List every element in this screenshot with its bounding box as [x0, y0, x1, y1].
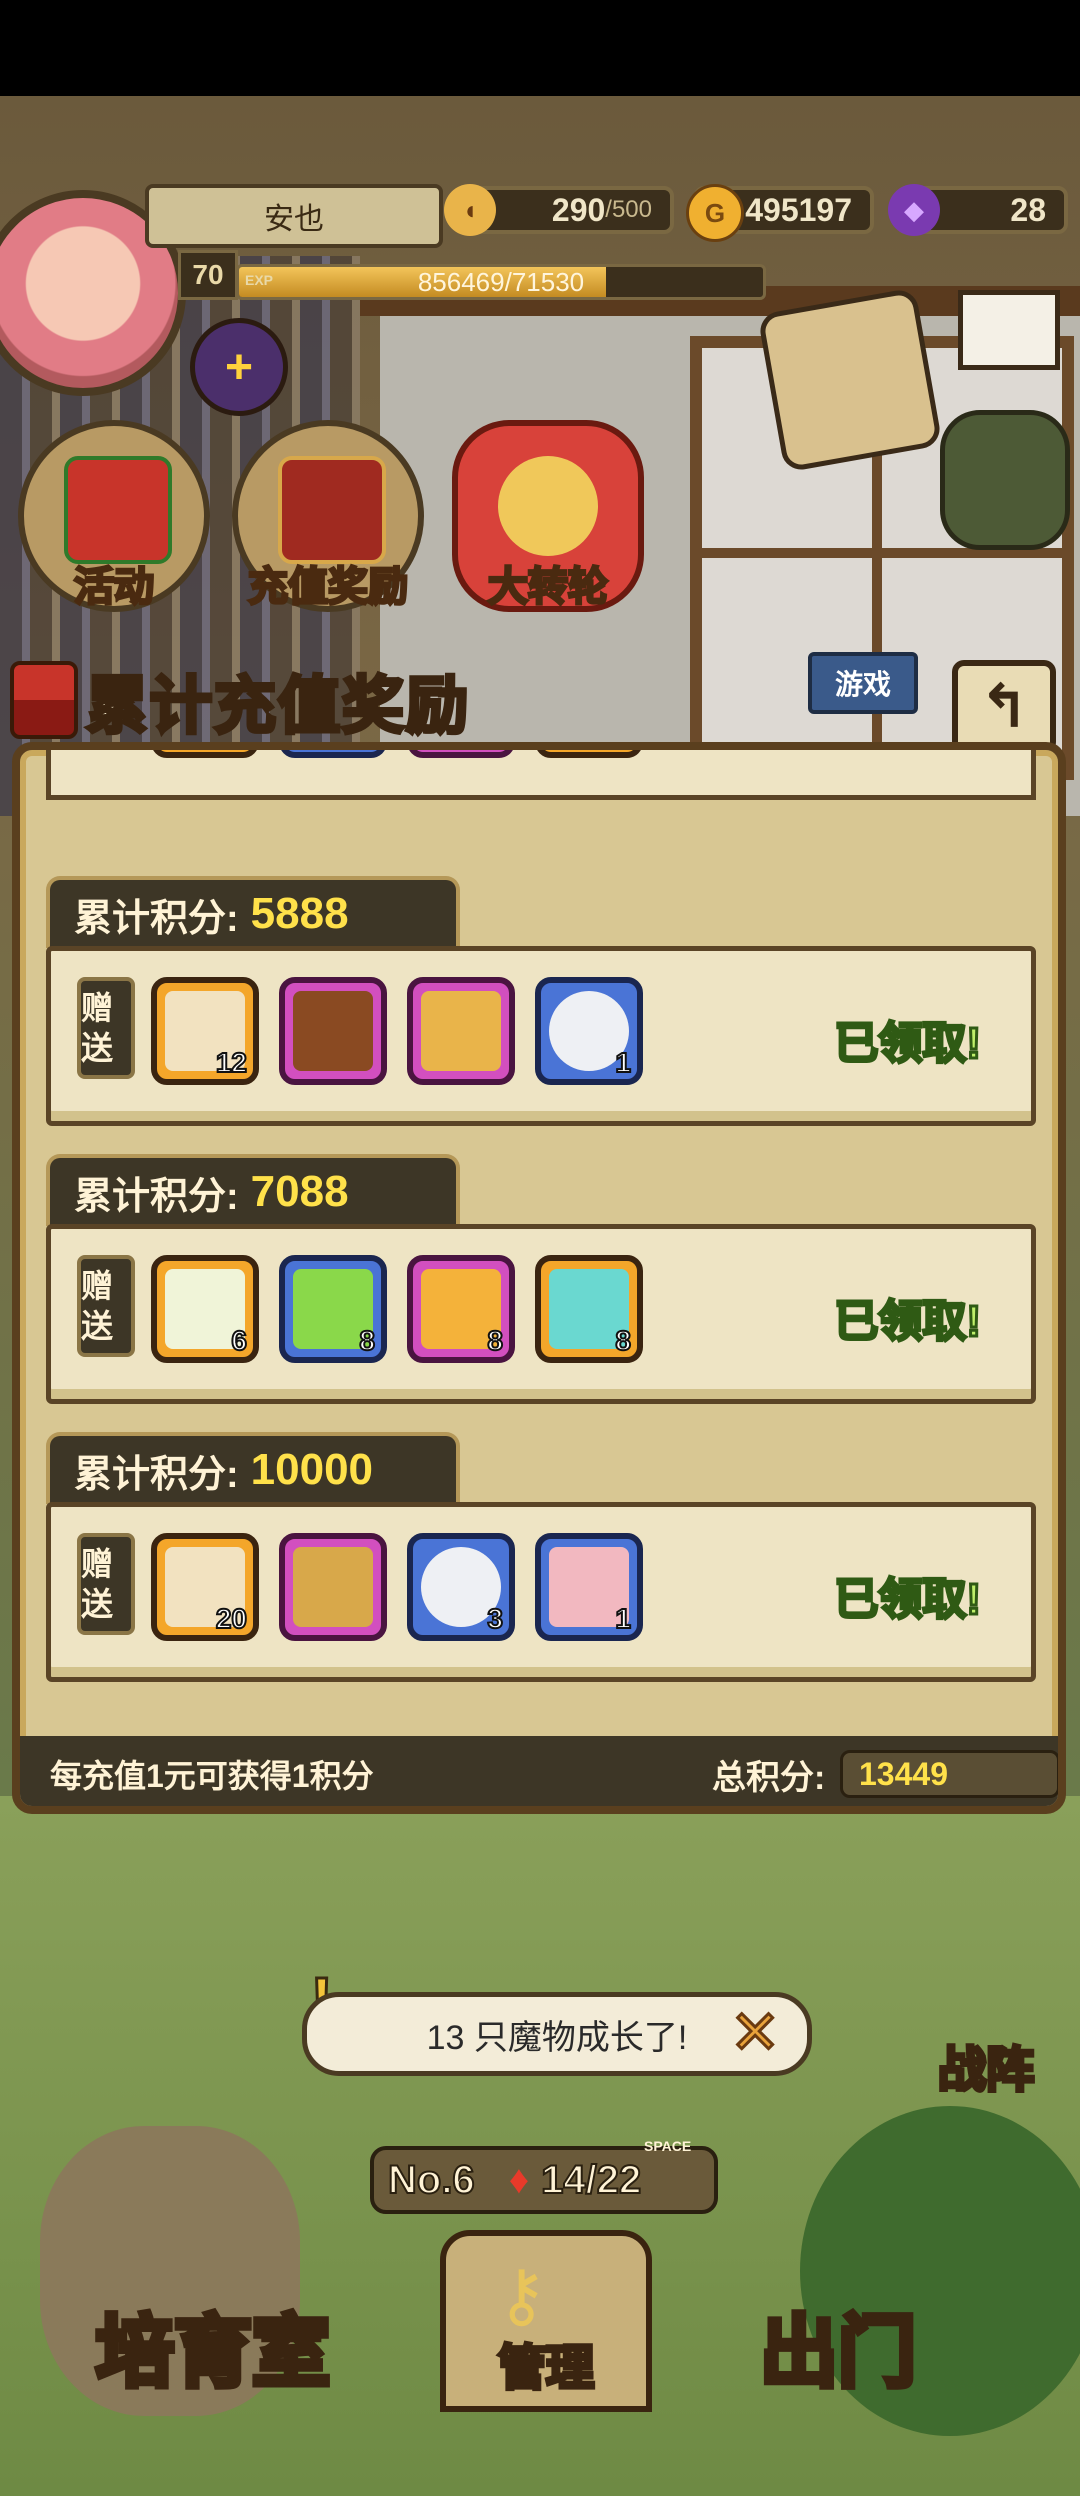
claimed-label: 已领取!	[833, 1296, 983, 1348]
tier-label: 累计积分:	[74, 1453, 239, 1496]
gift-label: 赠送	[81, 1546, 114, 1622]
panel-title: 累计充值奖励	[10, 650, 570, 750]
rainbow-egg-icon[interactable]: 1	[535, 977, 643, 1085]
gold-counter: G 495197	[686, 184, 874, 242]
item-count: 8	[486, 1324, 504, 1357]
treasure-chest-icon	[278, 456, 386, 564]
gift-label: 赠送	[81, 990, 114, 1066]
tier-header: 累计积分: 5888	[46, 876, 460, 948]
character-card-icon[interactable]: 1	[535, 1533, 643, 1641]
partial-tier-row: 4 4 4 4	[46, 750, 1036, 800]
recharge-reward-label: 充值奖励	[247, 564, 410, 611]
reward-item[interactable]: 4	[279, 750, 387, 758]
keys-icon: ⚷	[496, 2256, 548, 2334]
tier-threshold: 7088	[250, 1167, 349, 1216]
orange-canister-icon[interactable]: 8	[407, 1255, 515, 1363]
status-bar	[0, 0, 1080, 96]
nav-manage[interactable]: ⚷ 管理	[440, 2230, 652, 2412]
back-button[interactable]: ↰	[952, 660, 1056, 754]
item-count: 12	[215, 1046, 248, 1079]
flame-icon: ♦	[508, 2157, 530, 2202]
item-count: 3	[486, 1602, 504, 1635]
cyan-canister-icon[interactable]: 8	[535, 1255, 643, 1363]
reward-list[interactable]: 4 4 4 4 累计积分: 5888 赠送 12 1 已领取! 累计积分:	[20, 750, 1058, 1710]
nav-go-out[interactable]: 出门	[757, 2290, 919, 2402]
quest-scroll-icon[interactable]	[757, 287, 943, 473]
tier-body: 赠送 6 8 8 8 已领取!	[46, 1224, 1036, 1404]
bread-icon: ◖	[444, 184, 496, 236]
formation-label: 战阵	[936, 2042, 1036, 2099]
compass-icon	[498, 456, 598, 556]
gift-tag: 赠送	[77, 1533, 135, 1635]
space-tag: SPACE	[644, 2138, 692, 2154]
big-wheel-label: 大转轮	[487, 564, 610, 611]
item-count: 1	[614, 1602, 632, 1635]
treasure-chest-icon	[10, 661, 78, 739]
recharge-reward-button[interactable]: 充值奖励	[232, 420, 424, 612]
fur-cape-icon[interactable]	[279, 1533, 387, 1641]
gift-tag: 赠送	[77, 977, 135, 1079]
capacity-value: 14/22	[540, 2157, 642, 2203]
item-count: 8	[358, 1324, 376, 1357]
formation-button[interactable]: 战阵	[906, 1930, 1066, 2099]
player-name: 安也	[145, 184, 443, 248]
exp-text: 856469/71530	[417, 266, 585, 297]
purple-gem-icon: ◆	[888, 184, 940, 236]
big-wheel-button[interactable]: 大转轮	[452, 420, 644, 612]
item-count: 8	[614, 1324, 632, 1357]
tier-body: 赠送 20 3 1 已领取!	[46, 1502, 1036, 1682]
tier-label: 累计积分:	[74, 1175, 239, 1218]
exp-bar: EXP 856469/71530	[236, 264, 766, 300]
game-tag: 游戏	[808, 652, 918, 714]
total-points-value: 13449	[840, 1750, 1058, 1798]
winged-potion-icon[interactable]: 6	[151, 1255, 259, 1363]
add-gem-button[interactable]: +	[190, 318, 288, 416]
gift-box-icon	[64, 456, 172, 564]
backpack-icon[interactable]	[940, 410, 1070, 550]
close-icon[interactable]: ✕	[728, 1998, 781, 2068]
gold-coin-icon: G	[686, 184, 744, 242]
panel-title-text: 累计充值奖励	[84, 670, 471, 743]
tier-header: 累计积分: 7088	[46, 1154, 460, 1226]
tier-header: 累计积分: 10000	[46, 1432, 460, 1504]
claimed-label: 已领取!	[833, 1574, 983, 1626]
belt-icon[interactable]	[279, 977, 387, 1085]
tier-body: 赠送 12 1 已领取!	[46, 946, 1036, 1126]
total-points-label: 总积分:	[712, 1758, 826, 1797]
gold-value: 495197	[745, 191, 852, 228]
tier-label: 累计积分:	[74, 897, 239, 940]
reward-item[interactable]: 4	[151, 750, 259, 758]
gift-tag: 赠送	[77, 1255, 135, 1357]
stamina-value: 290	[551, 191, 606, 228]
gem-value: 28	[1010, 191, 1046, 228]
stamina-counter: ◖ 290/500	[444, 184, 674, 236]
tier-threshold: 10000	[250, 1445, 374, 1494]
nav-manage-label: 管理	[496, 2340, 596, 2397]
claimed-label: 已领取!	[833, 1018, 983, 1070]
reward-item[interactable]: 4	[407, 750, 515, 758]
gem-counter: ◆ 28	[888, 184, 1068, 236]
stage-number: No.6	[387, 2157, 476, 2203]
stamina-max: /500	[605, 196, 652, 223]
gift-label: 赠送	[81, 1268, 114, 1344]
ticket-icon[interactable]: 12	[151, 977, 259, 1085]
player-level: 70	[178, 250, 238, 300]
rainbow-egg-icon[interactable]: 3	[407, 1533, 515, 1641]
activity-button[interactable]: 活动	[18, 420, 210, 612]
item-count: 20	[215, 1602, 248, 1635]
reward-item[interactable]: 4	[535, 750, 643, 758]
nav-breeding-room[interactable]: 培育室	[93, 2290, 333, 2402]
activity-label: 活动	[73, 564, 156, 611]
item-count: 6	[230, 1324, 248, 1357]
panel-footer: 每充值1元可获得1积分 总积分: 13449	[20, 1736, 1058, 1806]
necklace-icon[interactable]	[407, 977, 515, 1085]
ticket-icon[interactable]: 20	[151, 1533, 259, 1641]
cumulative-recharge-panel: 4 4 4 4 累计积分: 5888 赠送 12 1 已领取! 累计积分:	[12, 742, 1066, 1814]
item-count: 1	[614, 1046, 632, 1079]
green-canister-icon[interactable]: 8	[279, 1255, 387, 1363]
mail-icon[interactable]	[958, 290, 1060, 370]
points-hint: 每充值1元可获得1积分	[50, 1758, 374, 1794]
stage-indicator: No.6 ♦ 14/22	[370, 2146, 718, 2214]
tier-threshold: 5888	[250, 889, 349, 938]
